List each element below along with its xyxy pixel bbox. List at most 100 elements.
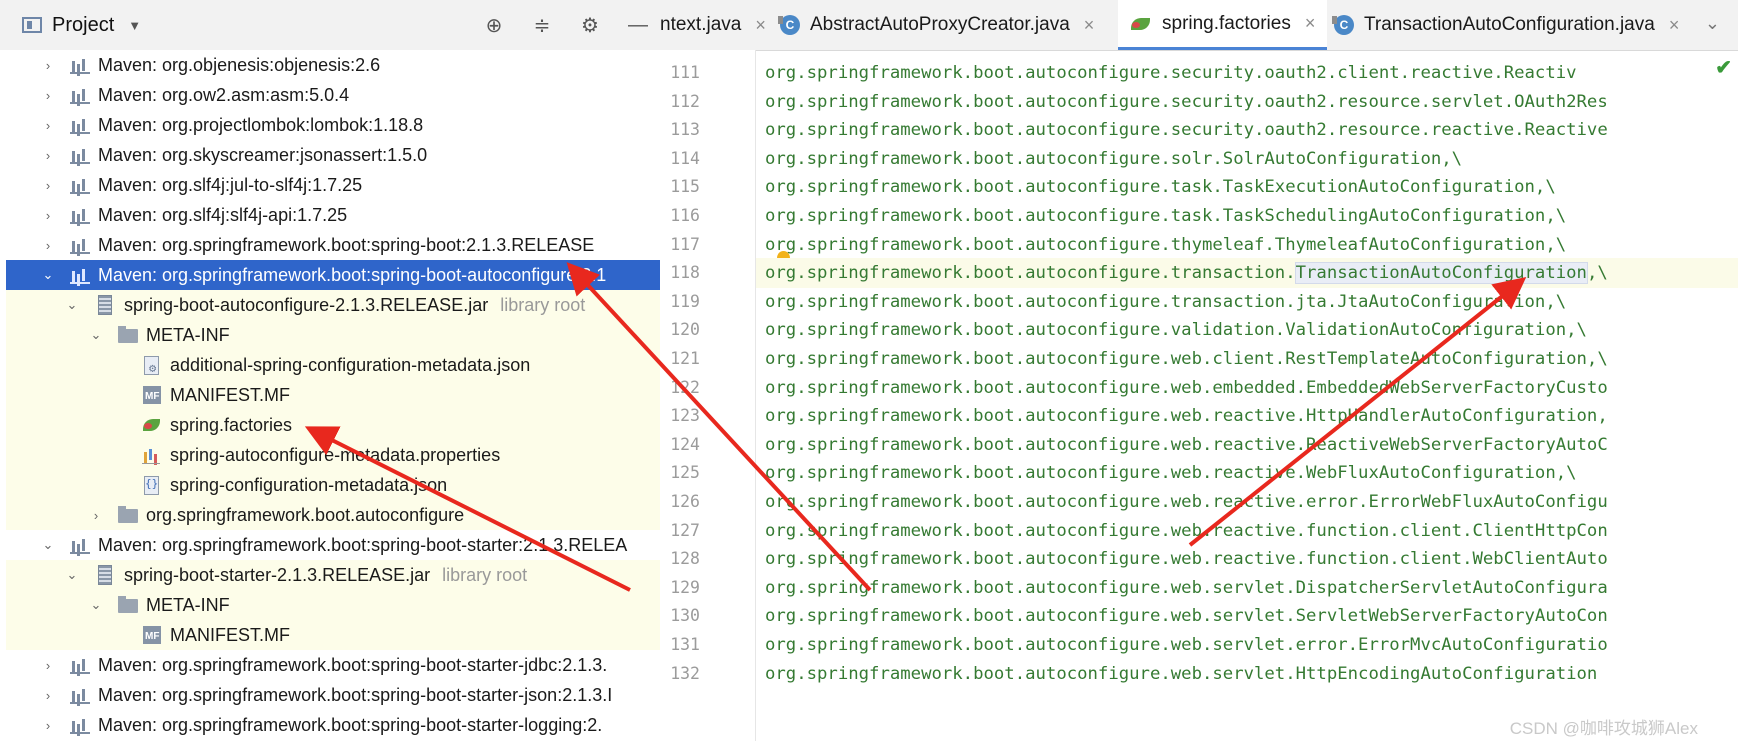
close-icon[interactable]: × xyxy=(755,15,766,36)
tree-item[interactable]: › Maven: org.ow2.asm:asm:5.0.4 xyxy=(6,80,660,110)
close-icon[interactable]: × xyxy=(1084,15,1095,36)
tree-item[interactable]: additional-spring-configuration-metadata… xyxy=(6,350,660,380)
chevron-right-icon[interactable]: › xyxy=(40,58,56,73)
line-number: 125 xyxy=(670,463,700,483)
code-line[interactable]: org.springframework.boot.autoconfigure.s… xyxy=(756,58,1738,88)
tree-item[interactable]: ⌄ spring-boot-starter-2.1.3.RELEASE.jar li… xyxy=(6,560,660,590)
chevron-down-icon[interactable]: ⌄ xyxy=(40,267,56,283)
code-line[interactable]: org.springframework.boot.autoconfigure.w… xyxy=(756,458,1738,488)
code-line[interactable]: org.springframework.boot.autoconfigure.t… xyxy=(756,201,1738,231)
chevron-down-icon[interactable]: ⌄ xyxy=(64,297,80,313)
tab-label: TransactionAutoConfiguration.java xyxy=(1364,14,1655,35)
tree-item-label: Maven: org.springframework.boot:spring-b… xyxy=(98,234,595,255)
code-line[interactable]: org.springframework.boot.autoconfigure.w… xyxy=(756,601,1738,631)
tree-item[interactable]: › Maven: org.springframework.boot:spring-… xyxy=(6,710,660,740)
line-number: 113 xyxy=(670,120,700,140)
tree-item[interactable]: ⌄ META-INF xyxy=(6,320,660,350)
tree-item-label: Maven: org.springframework.boot:spring-b… xyxy=(98,714,603,735)
line-number: 129 xyxy=(670,577,700,597)
tree-item[interactable]: spring.factories xyxy=(6,410,660,440)
tree-item[interactable]: › Maven: org.skyscreamer:jsonassert:1.5.0 xyxy=(6,140,660,170)
highlighted-identifier[interactable]: TransactionAutoConfiguration xyxy=(1294,262,1588,285)
tree-item[interactable]: ⌄ META-INF xyxy=(6,590,660,620)
chevron-down-icon[interactable]: ⌄ xyxy=(40,537,56,553)
tree-item[interactable]: › org.springframework.boot.autoconfigure xyxy=(6,500,660,530)
chevron-right-icon[interactable]: › xyxy=(40,658,56,673)
code-line[interactable]: org.springframework.boot.autoconfigure.w… xyxy=(756,544,1738,574)
tree-item[interactable]: › Maven: org.slf4j:jul-to-slf4j:1.7.25 xyxy=(6,170,660,200)
chevron-right-icon[interactable]: › xyxy=(40,148,56,163)
code-line[interactable]: org.springframework.boot.autoconfigure.w… xyxy=(756,573,1738,603)
chevron-right-icon[interactable]: › xyxy=(40,688,56,703)
inspection-ok-icon[interactable]: ✔ xyxy=(1715,55,1732,80)
tree-item[interactable]: ⌄ Maven: org.springframework.boot:spring-… xyxy=(6,530,660,560)
spring-leaf-icon xyxy=(142,416,162,434)
gear-icon[interactable]: ⚙ xyxy=(578,13,602,38)
locate-target-icon[interactable]: ⊕ xyxy=(482,13,506,38)
code-line[interactable]: org.springframework.boot.autoconfigure.w… xyxy=(756,344,1738,374)
tree-item[interactable]: spring-autoconfigure-metadata.properties xyxy=(6,440,660,470)
chevron-right-icon[interactable]: › xyxy=(40,88,56,103)
chevron-down-icon[interactable]: ⌄ xyxy=(88,597,104,613)
close-icon[interactable]: × xyxy=(1305,13,1316,34)
tree-item-label: Maven: org.springframework.boot:spring-b… xyxy=(98,684,613,705)
tree-item[interactable]: ⌄ Maven: org.springframework.boot:spring-… xyxy=(6,260,660,290)
code-line[interactable]: org.springframework.boot.autoconfigure.w… xyxy=(756,401,1738,431)
code-line[interactable]: org.springframework.boot.autoconfigure.w… xyxy=(756,659,1738,689)
line-number: 116 xyxy=(670,206,700,225)
tree-item-label: spring-boot-starter-2.1.3.RELEASE.jar xyxy=(124,564,431,585)
chevron-right-icon[interactable]: › xyxy=(40,118,56,133)
tree-item[interactable]: › Maven: org.springframework.boot:spring-… xyxy=(6,680,660,710)
chevron-right-icon[interactable]: › xyxy=(40,718,56,733)
project-view-selector[interactable]: Project ▼ xyxy=(22,14,141,37)
chevron-down-icon[interactable]: ⌄ xyxy=(64,567,80,583)
tree-item[interactable]: spring-configuration-metadata.json xyxy=(6,470,660,500)
code-line[interactable]: org.springframework.boot.autoconfigure.v… xyxy=(756,315,1738,345)
tree-item-label: Maven: org.springframework.boot:spring-b… xyxy=(98,264,607,285)
code-line[interactable]: org.springframework.boot.autoconfigure.s… xyxy=(756,144,1738,174)
tree-item-label: Maven: org.springframework.boot:spring-b… xyxy=(98,654,608,675)
code-line[interactable]: org.springframework.boot.autoconfigure.s… xyxy=(756,115,1738,145)
chevron-down-icon[interactable]: ▼ xyxy=(128,18,141,33)
chevron-down-icon[interactable]: ⌄ xyxy=(88,327,104,343)
tree-item[interactable]: › Maven: org.objenesis:objenesis:2.6 xyxy=(6,50,660,80)
tree-item[interactable]: › Maven: org.springframework.boot:spring-… xyxy=(6,230,660,260)
code-line[interactable]: org.springframework.boot.autoconfigure.t… xyxy=(756,258,1738,289)
chevron-right-icon[interactable]: › xyxy=(40,208,56,223)
tree-item[interactable]: › Maven: org.springframework.boot:spring-… xyxy=(6,650,660,680)
code-text: org.springframework.boot.autoconfigure.t… xyxy=(765,263,1296,284)
tree-item[interactable]: MANIFEST.MF xyxy=(6,380,660,410)
line-number: 130 xyxy=(670,606,700,626)
library-icon xyxy=(70,146,90,164)
tab-label: ntext.java xyxy=(660,14,742,35)
code-line[interactable]: org.springframework.boot.autoconfigure.w… xyxy=(756,373,1738,403)
tree-item-label: Maven: org.ow2.asm:asm:5.0.4 xyxy=(98,84,350,105)
chevron-right-icon[interactable]: › xyxy=(40,238,56,253)
code-editor[interactable]: org.springframework.boot.autoconfigure.s… xyxy=(756,50,1738,741)
chevron-right-icon[interactable]: › xyxy=(88,508,104,523)
line-number-gutter: 111 112 113 114 115 116 117 118 119 120 121 122 123 1… xyxy=(660,50,756,741)
code-line[interactable]: org.springframework.boot.autoconfigure.t… xyxy=(756,172,1738,202)
code-line[interactable]: org.springframework.boot.autoconfigure.t… xyxy=(756,287,1738,317)
tab-transaction-auto-configuration[interactable]: C TransactionAutoConfiguration.java × xyxy=(1332,0,1680,50)
collapse-all-icon[interactable]: ≑ xyxy=(530,13,554,38)
chevron-down-icon[interactable]: ⌄ xyxy=(1705,13,1720,34)
code-line[interactable]: org.springframework.boot.autoconfigure.w… xyxy=(756,430,1738,460)
line-number: 124 xyxy=(670,434,700,454)
code-line[interactable]: org.springframework.boot.autoconfigure.s… xyxy=(756,87,1738,117)
code-line[interactable]: org.springframework.boot.autoconfigure.w… xyxy=(756,516,1738,546)
code-line[interactable]: org.springframework.boot.autoconfigure.w… xyxy=(756,630,1738,660)
tab-spring-factories[interactable]: spring.factories × xyxy=(1118,0,1328,50)
tree-item[interactable]: ⌄ spring-boot-autoconfigure-2.1.3.RELEASE… xyxy=(6,290,660,320)
tab-abstract-auto-proxy-creator[interactable]: C AbstractAutoProxyCreator.java × xyxy=(778,0,1095,50)
tree-item[interactable]: › Maven: org.projectlombok:lombok:1.18.8 xyxy=(6,110,660,140)
close-icon[interactable]: × xyxy=(1669,15,1680,36)
tab-context-java[interactable]: ntext.java × xyxy=(660,0,766,50)
tree-item[interactable]: › Maven: org.slf4j:slf4j-api:1.7.25 xyxy=(6,200,660,230)
tree-item[interactable]: MANIFEST.MF xyxy=(6,620,660,650)
chevron-right-icon[interactable]: › xyxy=(40,178,56,193)
code-line[interactable]: org.springframework.boot.autoconfigure.w… xyxy=(756,487,1738,517)
minimize-icon[interactable]: — xyxy=(626,14,650,37)
library-icon xyxy=(70,656,90,674)
code-line[interactable]: org.springframework.boot.autoconfigure.t… xyxy=(756,230,1738,260)
